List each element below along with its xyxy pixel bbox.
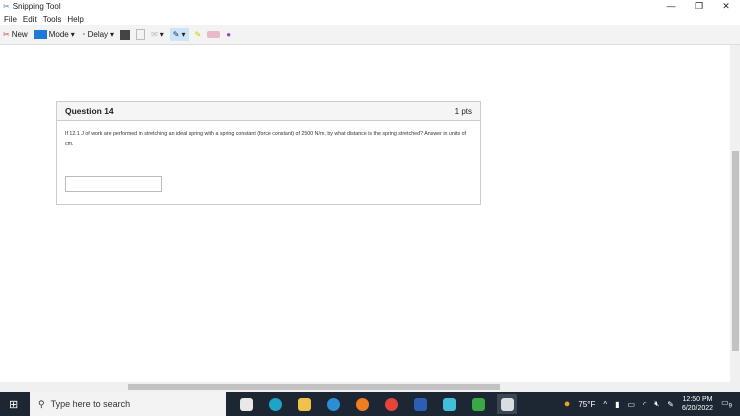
chevron-down-icon: ▾ bbox=[70, 30, 75, 39]
new-snip-icon: ✂ bbox=[3, 30, 10, 39]
notification-icon[interactable]: ▭9 bbox=[721, 398, 732, 410]
store-icon[interactable] bbox=[236, 394, 256, 414]
chevron-up-icon[interactable]: ^ bbox=[603, 400, 607, 409]
answer-input[interactable] bbox=[65, 176, 162, 192]
menu-edit[interactable]: Edit bbox=[23, 15, 37, 24]
sticky-notes-icon[interactable] bbox=[439, 394, 459, 414]
snipping-tool-taskbar-icon[interactable] bbox=[497, 394, 517, 414]
word-icon[interactable] bbox=[410, 394, 430, 414]
pen-icon: ✎ bbox=[172, 30, 180, 39]
title-bar: ✂ Snipping Tool — ❐ ✕ bbox=[0, 0, 740, 13]
chevron-down-icon: ▾ bbox=[110, 30, 115, 39]
system-tray: ● 75°F ^ ▮ ▭ ◜ 🔇︎ ✎ 12:50 PM 6/20/2022 ▭… bbox=[564, 395, 740, 413]
app-icon[interactable] bbox=[468, 394, 488, 414]
vertical-scrollbar[interactable] bbox=[730, 45, 740, 382]
notification-count: 9 bbox=[728, 403, 732, 410]
chrome-icon[interactable] bbox=[381, 394, 401, 414]
chevron-down-icon: ▾ bbox=[181, 30, 186, 39]
search-placeholder: Type here to search bbox=[50, 399, 131, 409]
firefox-icon[interactable] bbox=[352, 394, 372, 414]
usb-icon[interactable]: ▮ bbox=[615, 400, 619, 409]
close-button[interactable]: ✕ bbox=[712, 0, 740, 13]
question-text: If 12.1 J of work are performed in stret… bbox=[65, 131, 467, 147]
battery-icon[interactable]: ▭ bbox=[628, 400, 636, 409]
mode-icon bbox=[33, 30, 47, 39]
menu-file[interactable]: File bbox=[4, 15, 17, 24]
vertical-scroll-thumb[interactable] bbox=[732, 151, 739, 351]
new-button[interactable]: ✂ New bbox=[3, 30, 28, 39]
delay-label: Delay bbox=[87, 30, 109, 39]
mode-button[interactable]: Mode ▾ bbox=[33, 30, 75, 39]
mode-label: Mode bbox=[48, 30, 69, 39]
question-card: Question 14 1 pts If 12.1 J of work are … bbox=[56, 101, 481, 205]
volume-muted-icon[interactable]: 🔇︎ bbox=[654, 399, 659, 409]
time: 12:50 PM bbox=[682, 396, 713, 403]
date: 6/20/2022 bbox=[681, 405, 714, 412]
taskbar-apps bbox=[236, 394, 517, 414]
menu-help[interactable]: Help bbox=[67, 15, 83, 24]
question-header: Question 14 1 pts bbox=[57, 102, 480, 121]
minimize-button[interactable]: — bbox=[657, 0, 685, 13]
weather-icon[interactable]: ● bbox=[564, 398, 571, 410]
search-icon: ⚲ bbox=[38, 398, 45, 409]
clock[interactable]: 12:50 PM 6/20/2022 bbox=[682, 395, 713, 413]
restore-button[interactable]: ❐ bbox=[685, 0, 713, 13]
chevron-down-icon: ▾ bbox=[159, 30, 164, 39]
send-icon: ✉ bbox=[151, 30, 158, 39]
windows-start-icon[interactable]: ⊞ bbox=[9, 398, 18, 411]
highlighter-icon[interactable]: ✎ bbox=[195, 30, 202, 39]
menu-tools[interactable]: Tools bbox=[43, 15, 62, 24]
taskbar: ⊞ ⚲ Type here to search ● 75°F ^ ▮ ▭ ◜ 🔇… bbox=[0, 392, 740, 416]
weather-temp[interactable]: 75°F bbox=[578, 400, 595, 409]
ie-icon[interactable] bbox=[323, 394, 343, 414]
eraser-icon[interactable] bbox=[207, 31, 221, 38]
pen-tray-icon[interactable]: ✎ bbox=[667, 400, 674, 409]
toolbar: ✂ New Mode ▾ ◔ Delay ▾ ✉ ▾ ✎ ▾ ✎ ● bbox=[0, 25, 740, 45]
copy-icon[interactable] bbox=[136, 29, 146, 40]
horizontal-scroll-thumb[interactable] bbox=[128, 384, 500, 390]
clock-icon: ◔ bbox=[80, 30, 86, 39]
taskbar-search[interactable]: ⚲ Type here to search bbox=[30, 392, 226, 416]
save-icon[interactable] bbox=[120, 29, 131, 40]
question-points: 1 pts bbox=[454, 106, 472, 116]
snipping-tool-icon: ✂ bbox=[3, 2, 10, 11]
question-title: Question 14 bbox=[65, 106, 114, 116]
pen-button[interactable]: ✎ ▾ bbox=[169, 28, 189, 41]
new-label: New bbox=[11, 30, 28, 39]
edge-icon[interactable] bbox=[265, 394, 285, 414]
content-area: Question 14 1 pts If 12.1 J of work are … bbox=[0, 45, 730, 382]
delay-button[interactable]: ◔ Delay ▾ bbox=[81, 30, 114, 39]
paint-3d-icon[interactable]: ● bbox=[226, 30, 231, 39]
menu-bar: File Edit Tools Help bbox=[0, 13, 740, 25]
wifi-icon[interactable]: ◜ bbox=[643, 400, 646, 409]
window-title: Snipping Tool bbox=[12, 2, 61, 11]
send-button[interactable]: ✉ ▾ bbox=[151, 30, 164, 39]
file-explorer-icon[interactable] bbox=[294, 394, 314, 414]
horizontal-scrollbar[interactable] bbox=[0, 382, 740, 392]
